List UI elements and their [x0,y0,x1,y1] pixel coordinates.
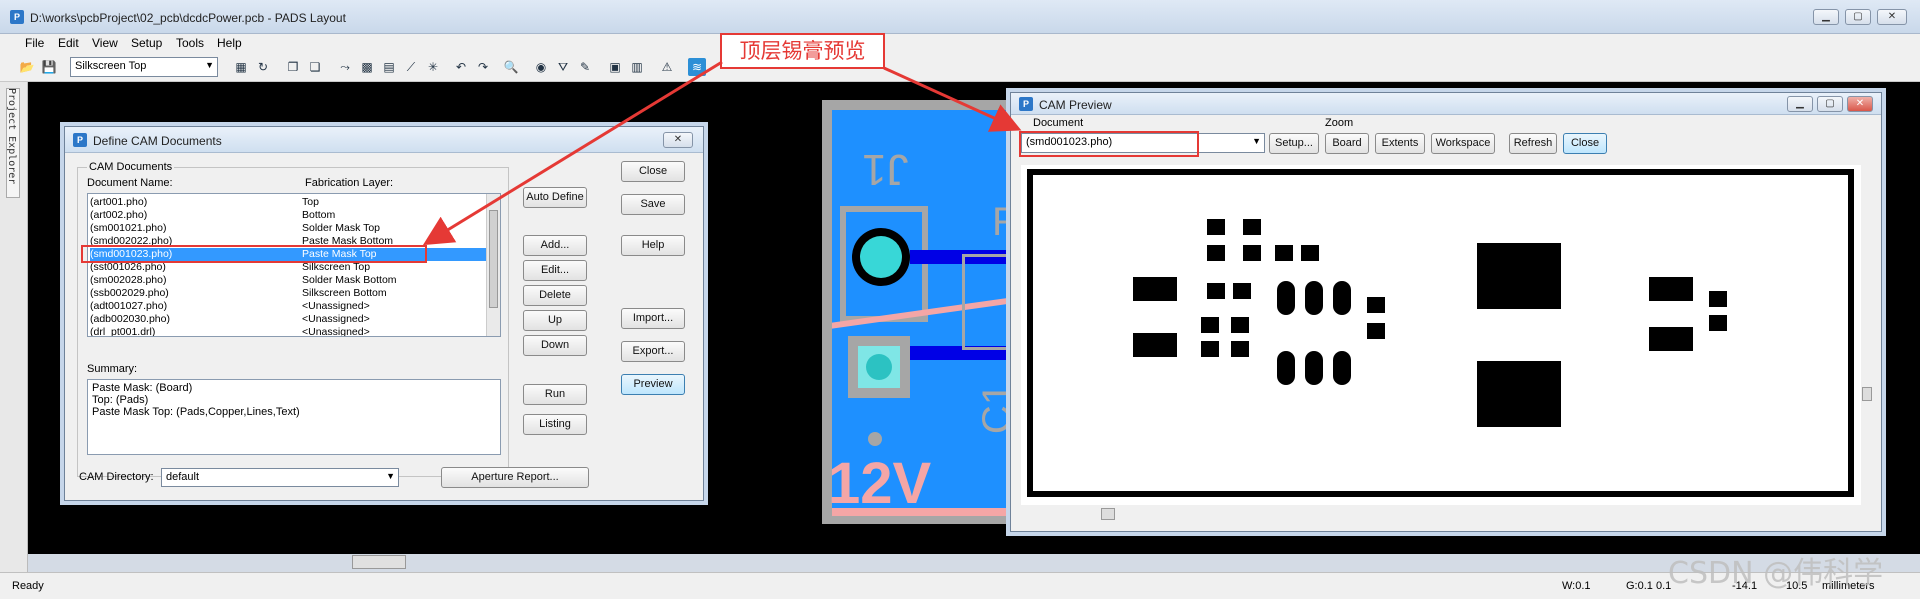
canvas-h-scrollbar-thumb[interactable] [352,555,406,569]
status-grid: G:0.1 0.1 [1626,580,1672,592]
watermark: CSDN @伟科学 [1668,556,1884,591]
status-ready: Ready [12,580,44,592]
status-bar: Ready W:0.1 G:0.1 0.1 -14.1 10.5 millime… [0,572,1920,599]
status-width: W:0.1 [1562,580,1591,592]
annotation-arrows [422,60,1022,246]
